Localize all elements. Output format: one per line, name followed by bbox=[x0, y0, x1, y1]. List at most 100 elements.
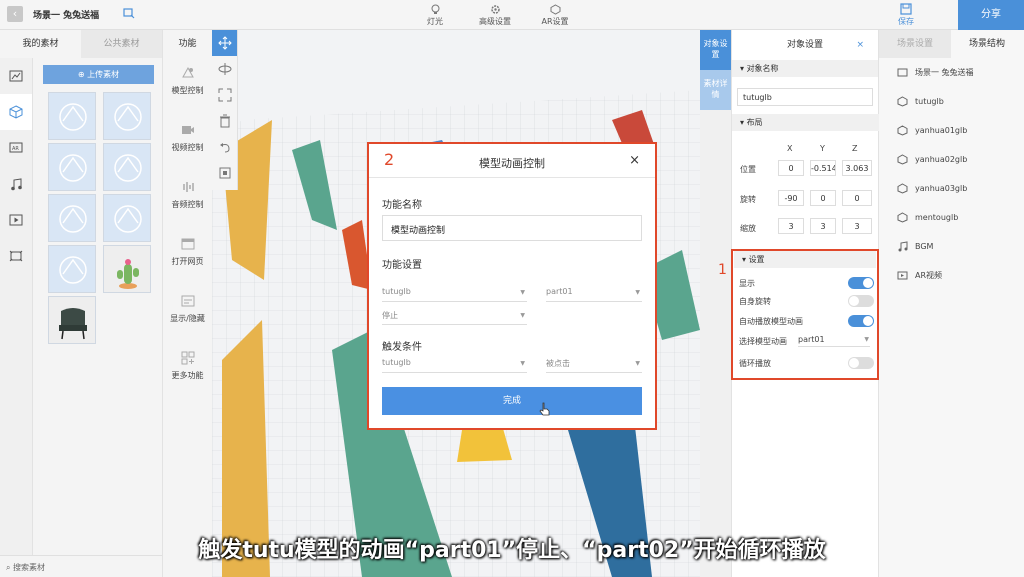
axis-z-label: Z bbox=[852, 144, 858, 153]
func-model-control[interactable]: 模型控制 bbox=[163, 65, 212, 115]
scale-y[interactable]: 3 bbox=[810, 218, 836, 234]
scale-z[interactable]: 3 bbox=[842, 218, 872, 234]
material-tabs: 我的素材 公共素材 bbox=[0, 30, 162, 58]
category-music[interactable] bbox=[0, 166, 32, 202]
material-thumbnail[interactable] bbox=[48, 194, 96, 242]
tab-scene-structure[interactable]: 场景结构 bbox=[951, 30, 1023, 58]
tool-advanced-settings[interactable]: 高级设置 bbox=[470, 4, 520, 27]
position-y[interactable]: -0.514 bbox=[810, 160, 836, 176]
func-name-label: 功能名称 bbox=[382, 200, 422, 211]
chevron-down-icon: ▼ bbox=[635, 360, 640, 367]
search-icon: ⌕ bbox=[6, 563, 14, 572]
rotation-x[interactable]: -90 bbox=[778, 190, 804, 206]
upload-button[interactable]: ⊕ 上传素材 bbox=[43, 65, 154, 84]
top-bar: ‹ 场景一 兔兔送福 灯光 高级设置 AR设置 保存 分享 bbox=[0, 0, 1024, 30]
scene-tree-item[interactable]: tutuglb bbox=[879, 87, 1024, 116]
func-settings-label: 功能设置 bbox=[382, 260, 422, 271]
material-thumbnail[interactable] bbox=[48, 92, 96, 140]
func-more[interactable]: 更多功能 bbox=[163, 350, 212, 400]
audio-control-icon bbox=[182, 182, 194, 192]
cube-icon bbox=[897, 212, 908, 223]
video-icon bbox=[9, 214, 23, 226]
action-select[interactable]: 停止 ▼ bbox=[382, 307, 527, 325]
scene-icon bbox=[897, 68, 908, 76]
func-open-webpage[interactable]: 打开网页 bbox=[163, 236, 212, 286]
target-model-select[interactable]: tutuglb ▼ bbox=[382, 284, 527, 302]
scene-tree-item[interactable]: yanhua01glb bbox=[879, 116, 1024, 145]
material-thumbnail[interactable] bbox=[48, 245, 96, 293]
category-ar[interactable]: AR bbox=[0, 130, 32, 166]
model-placeholder-icon bbox=[59, 256, 87, 284]
scene-tree-item[interactable]: AR视频 bbox=[879, 261, 1024, 290]
reset-tool[interactable] bbox=[212, 160, 237, 186]
material-thumbnail[interactable] bbox=[103, 245, 151, 293]
func-show-hide[interactable]: 显示/隐藏 bbox=[163, 293, 212, 343]
video-subtitle: 触发tutu模型的动画“part01”停止、“part02”开始循环播放 bbox=[198, 538, 826, 563]
video-control-icon bbox=[181, 126, 194, 134]
rotation-y[interactable]: 0 bbox=[810, 190, 836, 206]
trigger-target-select[interactable]: tutuglb ▼ bbox=[382, 355, 527, 373]
scene-tree-item[interactable]: BGM bbox=[879, 232, 1024, 261]
dialog-title: 模型动画控制 bbox=[479, 157, 545, 170]
rotation-z[interactable]: 0 bbox=[842, 190, 872, 206]
ar-icon bbox=[550, 4, 560, 15]
tab-object-settings[interactable]: 对象设置 bbox=[700, 30, 731, 70]
animation-select[interactable]: part01 ▼ bbox=[546, 284, 642, 302]
tab-material-details[interactable]: 素材详情 bbox=[700, 70, 731, 110]
back-button[interactable]: ‹ bbox=[7, 6, 23, 22]
done-button[interactable]: 完成 bbox=[382, 387, 642, 415]
scene-tree-item[interactable]: 场景一 兔兔送福 bbox=[879, 58, 1024, 87]
ar-image-icon: AR bbox=[9, 142, 23, 153]
scene-tree-item[interactable]: mentouglb bbox=[879, 203, 1024, 232]
section-layout[interactable]: ▾ 布局 bbox=[732, 114, 879, 131]
category-frame[interactable] bbox=[0, 238, 32, 274]
model-placeholder-icon bbox=[59, 154, 87, 182]
object-name-input[interactable]: tutuglb bbox=[737, 88, 873, 106]
webpage-icon bbox=[181, 238, 194, 250]
more-functions-icon bbox=[181, 351, 194, 365]
bulb-icon bbox=[431, 4, 439, 14]
func-name-input[interactable]: 模型动画控制 bbox=[382, 215, 642, 241]
undo-tool[interactable] bbox=[212, 134, 237, 160]
tool-ar-settings[interactable]: AR设置 bbox=[530, 4, 580, 27]
save-button[interactable]: 保存 bbox=[890, 3, 922, 27]
section-object-name[interactable]: ▾ 对象名称 bbox=[732, 60, 878, 77]
hand-cursor-icon bbox=[539, 402, 550, 416]
material-thumbnail[interactable] bbox=[103, 194, 151, 242]
share-button[interactable]: 分享 bbox=[958, 0, 1024, 30]
category-video[interactable] bbox=[0, 202, 32, 238]
rotate-tool[interactable] bbox=[212, 56, 237, 82]
move-tool[interactable] bbox=[212, 30, 237, 56]
category-icon-column: AR bbox=[0, 58, 33, 577]
category-chart[interactable] bbox=[0, 58, 32, 94]
material-thumbnail[interactable] bbox=[48, 143, 96, 191]
material-thumbnail[interactable] bbox=[48, 296, 96, 344]
close-icon[interactable]: × bbox=[856, 30, 864, 60]
preview-icon[interactable] bbox=[123, 7, 135, 19]
chevron-down-icon: ▼ bbox=[520, 289, 525, 296]
tab-scene-settings[interactable]: 场景设置 bbox=[879, 30, 951, 58]
position-label: 位置 bbox=[740, 165, 756, 174]
scene-tree-item[interactable]: yanhua03glb bbox=[879, 174, 1024, 203]
material-thumbnail[interactable] bbox=[103, 92, 151, 140]
func-audio-control[interactable]: 音频控制 bbox=[163, 179, 212, 229]
position-x[interactable]: 0 bbox=[778, 160, 804, 176]
tool-light[interactable]: 灯光 bbox=[410, 4, 460, 27]
delete-tool[interactable] bbox=[212, 108, 237, 134]
chair-model-icon bbox=[59, 308, 87, 340]
close-icon[interactable]: × bbox=[629, 153, 640, 168]
scene-tree-item[interactable]: yanhua02glb bbox=[879, 145, 1024, 174]
category-model[interactable] bbox=[0, 94, 32, 130]
panel-header: 对象设置 × bbox=[732, 30, 878, 60]
func-video-control[interactable]: 视频控制 bbox=[163, 122, 212, 172]
tab-my-materials[interactable]: 我的素材 bbox=[0, 30, 81, 58]
trigger-event-select[interactable]: 被点击 ▼ bbox=[546, 355, 642, 373]
model-placeholder-icon bbox=[114, 154, 142, 182]
model-placeholder-icon bbox=[59, 103, 87, 131]
tab-public-materials[interactable]: 公共素材 bbox=[81, 30, 162, 58]
annotation-number-1: 1 bbox=[718, 262, 727, 278]
material-thumbnail[interactable] bbox=[103, 143, 151, 191]
position-z[interactable]: 3.063 bbox=[842, 160, 872, 176]
scale-tool[interactable] bbox=[212, 82, 237, 108]
scale-x[interactable]: 3 bbox=[778, 218, 804, 234]
